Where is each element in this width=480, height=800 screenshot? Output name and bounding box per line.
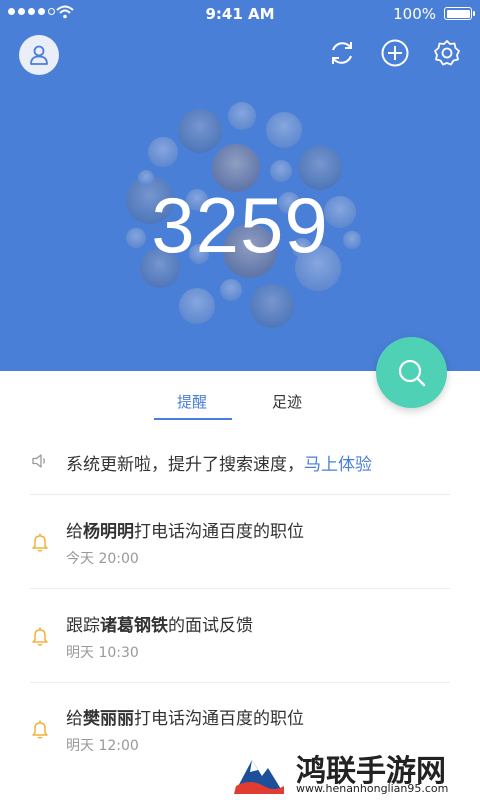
active-tab-indicator xyxy=(154,418,232,420)
try-now-link[interactable]: 马上体验 xyxy=(304,455,372,475)
reminder-prefix: 给 xyxy=(66,709,83,729)
announcement: 系统更新啦，提升了搜索速度，马上体验 xyxy=(0,444,480,484)
refresh-icon xyxy=(332,42,352,64)
header: 9:41 AM 100% 3259 xyxy=(0,0,480,371)
reminder-title: 给樊丽丽打电话沟通百度的职位 xyxy=(66,704,304,729)
bell-icon xyxy=(32,720,48,739)
bell-icon xyxy=(32,533,48,552)
reminder-item[interactable]: 跟踪诸葛钢铁的面试反馈 明天 10:30 xyxy=(0,589,480,679)
reminder-contact-name: 樊丽丽 xyxy=(83,709,134,729)
battery-percent: 100% xyxy=(393,5,436,23)
watermark-logo xyxy=(230,742,288,800)
reminder-time: 明天 12:00 xyxy=(66,738,139,754)
tab-footprints[interactable]: 足迹 xyxy=(272,391,302,423)
status-bar: 9:41 AM 100% xyxy=(0,0,480,28)
reminder-time: 今天 20:00 xyxy=(66,551,139,567)
settings-button[interactable] xyxy=(432,38,462,68)
reminder-suffix: 打电话沟通百度的职位 xyxy=(134,522,304,542)
speaker-icon xyxy=(32,454,45,468)
announcement-message: 系统更新啦，提升了搜索速度， xyxy=(66,455,304,475)
reminder-suffix: 打电话沟通百度的职位 xyxy=(134,709,304,729)
add-button[interactable] xyxy=(380,38,410,68)
user-icon xyxy=(30,45,48,65)
reminder-prefix: 给 xyxy=(66,522,83,542)
settings-icon xyxy=(434,40,460,66)
contact-count: 3259 xyxy=(151,181,329,269)
reminder-contact-name: 杨明明 xyxy=(83,522,134,542)
announcement-text: 系统更新啦，提升了搜索速度，马上体验 xyxy=(66,450,372,475)
bell-icon xyxy=(32,627,48,646)
refresh-button[interactable] xyxy=(327,38,357,68)
reminder-title: 给杨明明打电话沟通百度的职位 xyxy=(66,517,304,542)
reminder-prefix: 跟踪 xyxy=(66,616,100,636)
watermark-domain: www.henanhonglian95.com xyxy=(296,782,449,795)
add-icon xyxy=(381,39,409,67)
profile-avatar-button[interactable] xyxy=(19,35,59,75)
watermark: 鸿联手游网 www.henanhonglian95.com xyxy=(230,742,480,800)
reminder-item[interactable]: 给杨明明打电话沟通百度的职位 今天 20:00 xyxy=(0,495,480,585)
reminder-suffix: 的面试反馈 xyxy=(168,616,253,636)
reminder-title: 跟踪诸葛钢铁的面试反馈 xyxy=(66,611,253,636)
reminder-time: 明天 10:30 xyxy=(66,645,139,661)
search-icon xyxy=(398,359,425,386)
reminder-contact-name: 诸葛钢铁 xyxy=(100,616,168,636)
battery-icon xyxy=(444,7,475,20)
search-button[interactable] xyxy=(376,337,447,408)
